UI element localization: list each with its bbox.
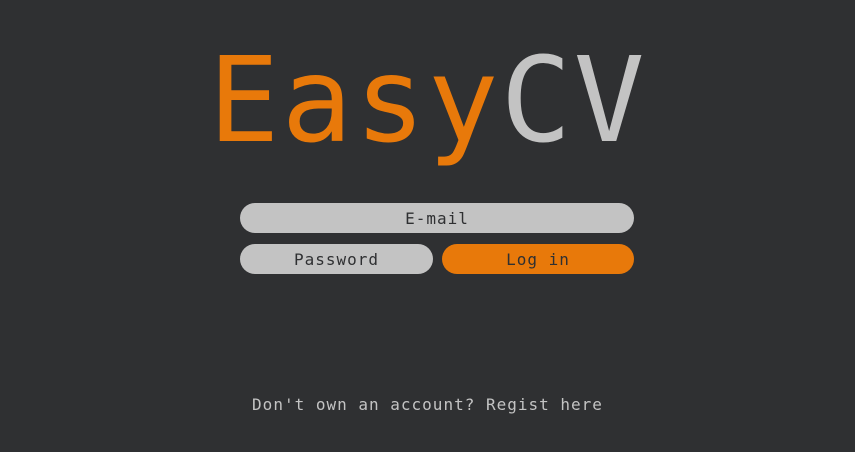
login-button[interactable]: Log in (442, 244, 634, 274)
register-link[interactable]: Regist here (486, 395, 603, 414)
email-field[interactable] (240, 203, 634, 233)
password-field[interactable] (240, 244, 433, 274)
logo-text-easy: Easy (208, 31, 501, 169)
register-prompt: Don't own an account? Regist here (0, 393, 855, 417)
logo-text-cv: CV (500, 31, 647, 169)
register-prompt-text: Don't own an account? (252, 395, 486, 414)
app-logo: EasyCV (0, 30, 855, 170)
login-page: EasyCV Log in Don't own an account? Regi… (0, 0, 855, 452)
